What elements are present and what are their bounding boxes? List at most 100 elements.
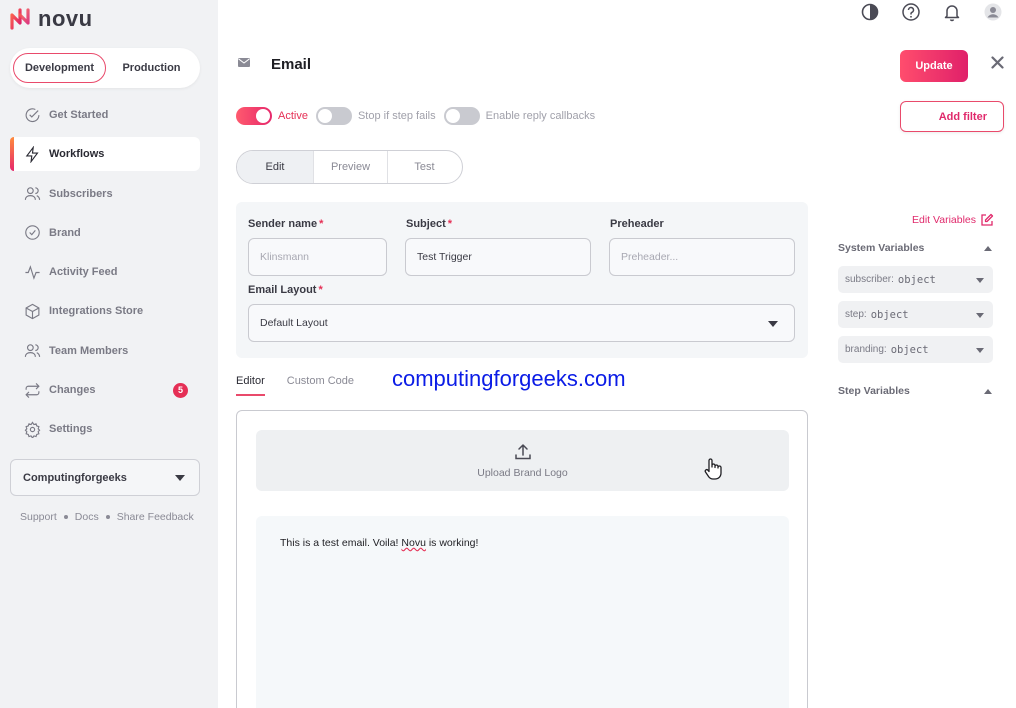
env-production-button[interactable]: Production — [106, 53, 197, 83]
chevron-up-icon — [984, 389, 992, 394]
sidebar-item-brand[interactable]: Brand — [10, 216, 200, 250]
toggle-knob — [317, 109, 332, 123]
active-toggle[interactable] — [236, 107, 272, 125]
chevron-down-icon — [976, 278, 984, 283]
logo[interactable]: novu — [10, 6, 93, 32]
topbar-icons — [860, 2, 1003, 22]
step-tabs: Edit Preview Test — [236, 150, 463, 184]
stop-if-step-fails-toggle[interactable] — [315, 107, 352, 125]
tab-test[interactable]: Test — [388, 151, 461, 183]
sidebar-item-subscribers[interactable]: Subscribers — [10, 177, 200, 211]
help-icon[interactable] — [901, 2, 921, 22]
edit-icon — [981, 213, 994, 226]
organization-select[interactable]: Computingforgeeks — [10, 459, 200, 496]
email-layout-label: Email Layout * — [248, 284, 323, 296]
chevron-down-icon — [768, 321, 778, 327]
subject-input[interactable]: Test Trigger — [405, 238, 591, 276]
email-layout-value: Default Layout — [260, 317, 328, 329]
logo-text: novu — [38, 6, 93, 31]
page-title: Email — [271, 56, 312, 73]
sidebar: novu Development Production Get Started … — [0, 0, 218, 708]
email-body-text: This is a test email. Voila! Novu is wor… — [280, 537, 479, 549]
chevron-up-icon — [984, 246, 992, 251]
gear-icon — [24, 421, 41, 438]
preheader-input[interactable]: Preheader... — [609, 238, 795, 276]
email-editor: Upload Brand Logo This is a test email. … — [236, 410, 808, 708]
chevron-down-icon — [175, 475, 185, 481]
email-settings-panel: Sender name * Klinsmann Subject * Test Tri… — [236, 202, 808, 358]
novu-logo-icon — [10, 8, 30, 30]
toggle-knob — [256, 109, 270, 123]
sidebar-item-label: Integrations Store — [49, 305, 144, 318]
system-variables-heading[interactable]: System Variables — [838, 242, 994, 254]
sidebar-item-changes[interactable]: Changes 5 — [10, 373, 200, 407]
organization-name: Computingforgeeks — [23, 471, 127, 484]
sidebar-item-integrations-store[interactable]: Integrations Store — [10, 294, 200, 328]
sender-name-label: Sender name * — [248, 218, 324, 230]
misspelled-word: Novu — [401, 537, 426, 549]
reply-callbacks-toggle[interactable] — [443, 107, 480, 125]
add-filter-button[interactable]: Add filter — [900, 101, 1004, 132]
sidebar-item-label: Subscribers — [49, 187, 113, 200]
sidebar-item-get-started[interactable]: Get Started — [10, 98, 200, 132]
sidebar-item-label: Team Members — [49, 344, 129, 357]
envelope-icon — [238, 58, 250, 67]
box-icon — [25, 303, 40, 320]
watermark-text: computingforgeeks.com — [392, 366, 626, 391]
sidebar-item-label: Changes — [49, 384, 96, 397]
sender-name-input[interactable]: Klinsmann — [248, 238, 387, 276]
badge-check-icon — [25, 225, 40, 241]
edit-variables-link[interactable]: Edit Variables — [912, 213, 994, 227]
sidebar-item-label: Get Started — [49, 109, 109, 121]
changes-count-badge: 5 — [173, 382, 188, 398]
sidebar-item-workflows[interactable]: Workflows — [10, 137, 200, 172]
toggle-knob — [445, 109, 460, 123]
email-layout-select[interactable]: Default Layout — [248, 304, 795, 342]
reply-callbacks-label: Enable reply callbacks — [485, 110, 596, 122]
edit-variables-label: Edit Variables — [912, 214, 977, 226]
separator-dot — [105, 515, 110, 519]
subject-label: Subject * — [406, 218, 453, 230]
tab-custom-code[interactable]: Custom Code — [287, 375, 354, 396]
users-icon — [24, 187, 41, 201]
sidebar-item-label: Activity Feed — [49, 266, 118, 279]
upload-icon — [514, 443, 531, 459]
team-icon — [24, 344, 41, 358]
tab-preview[interactable]: Preview — [314, 151, 388, 183]
sidebar-item-team-members[interactable]: Team Members — [10, 334, 200, 368]
support-link[interactable]: Support — [20, 511, 57, 523]
step-toggles: Active Stop if step fails Enable reply c… — [236, 107, 603, 125]
sidebar-item-activity-feed[interactable]: Activity Feed — [10, 255, 200, 289]
repeat-icon — [25, 382, 40, 398]
check-circle-icon — [25, 107, 40, 122]
variable-row-subscriber[interactable]: subscriber: object — [838, 266, 993, 293]
editor-tabs: Editor Custom Code — [236, 375, 354, 396]
sidebar-item-label: Brand — [49, 226, 81, 239]
env-development-button[interactable]: Development — [13, 53, 106, 83]
email-body-editor[interactable]: This is a test email. Voila! Novu is wor… — [256, 516, 789, 708]
share-feedback-link[interactable]: Share Feedback — [117, 511, 194, 523]
environment-switch: Development Production — [10, 48, 200, 88]
separator-dot — [63, 515, 68, 519]
sidebar-item-settings[interactable]: Settings — [10, 412, 200, 446]
avatar-icon[interactable] — [983, 2, 1003, 22]
chevron-down-icon — [976, 313, 984, 318]
sidebar-item-label: Settings — [49, 423, 93, 436]
variable-row-branding[interactable]: branding: object — [838, 336, 993, 363]
docs-link[interactable]: Docs — [75, 511, 99, 523]
close-icon[interactable] — [991, 56, 1004, 69]
tab-editor[interactable]: Editor — [236, 375, 265, 396]
sidebar-footer-links: Support Docs Share Feedback — [20, 511, 194, 523]
preheader-label: Preheader — [610, 218, 664, 230]
activity-icon — [25, 264, 40, 280]
sidebar-nav: Get Started Workflows Subscribers Brand … — [10, 98, 200, 452]
variable-row-step[interactable]: step: object — [838, 301, 993, 328]
theme-toggle-icon[interactable] — [860, 2, 880, 22]
update-button[interactable]: Update — [900, 50, 968, 82]
sidebar-item-label: Workflows — [49, 148, 105, 161]
bolt-icon — [25, 145, 39, 163]
tab-edit[interactable]: Edit — [237, 151, 314, 183]
stop-if-step-fails-label: Stop if step fails — [357, 110, 436, 122]
bell-icon[interactable] — [942, 2, 962, 22]
step-variables-heading[interactable]: Step Variables — [838, 385, 994, 397]
